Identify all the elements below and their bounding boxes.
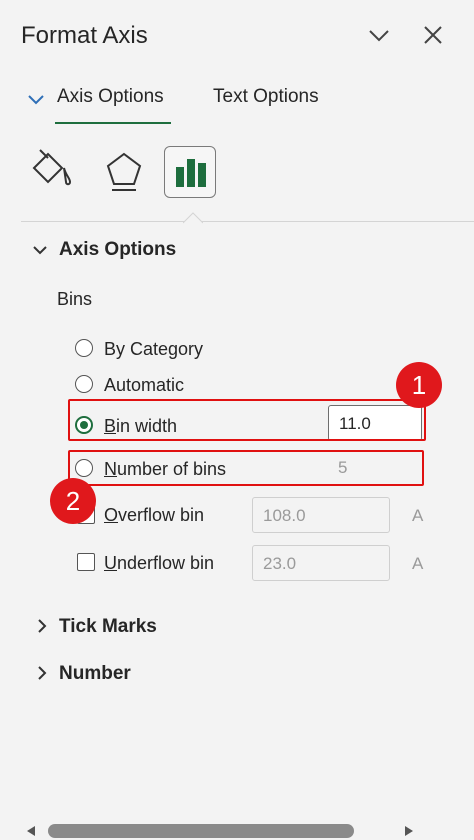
underflow-bin-input[interactable]: 23.0 — [252, 545, 390, 581]
bins-label: Bins — [57, 289, 93, 309]
section-number[interactable]: Number — [59, 663, 131, 685]
scrollbar-thumb[interactable] — [48, 824, 354, 838]
chevron-down-icon — [26, 92, 46, 113]
chevron-right-icon[interactable] — [34, 665, 50, 686]
underflow-bin-label[interactable]: Underflow bin — [104, 553, 214, 574]
selected-pointer — [182, 211, 204, 229]
by-category-label[interactable]: By Category — [104, 339, 203, 360]
divider — [21, 221, 474, 222]
bar-chart-icon[interactable] — [164, 146, 216, 198]
section-axis-options[interactable]: Axis Options — [59, 239, 176, 261]
fill-line-icon[interactable] — [26, 146, 78, 198]
overflow-bin-label[interactable]: Overflow bin — [104, 505, 204, 526]
tab-text-options[interactable]: Text Options — [213, 86, 319, 108]
automatic-radio[interactable] — [75, 375, 93, 393]
close-icon[interactable] — [420, 22, 446, 48]
scroll-right-icon[interactable] — [402, 824, 416, 840]
underflow-unit: A — [412, 554, 424, 573]
active-tab-indicator — [55, 122, 171, 124]
chevron-down-icon[interactable] — [366, 22, 392, 48]
underflow-bin-checkbox[interactable] — [77, 553, 95, 571]
pane-title: Format Axis — [21, 22, 148, 49]
chevron-right-icon[interactable] — [34, 618, 50, 639]
overflow-bin-input[interactable]: 108.0 — [252, 497, 390, 533]
automatic-label[interactable]: Automatic — [104, 375, 184, 396]
chevron-down-icon[interactable] — [32, 242, 48, 263]
highlight-box-bin-width — [68, 399, 426, 441]
annotation-badge-1: 1 — [396, 362, 442, 408]
overflow-unit: A — [412, 506, 424, 525]
tab-axis-options[interactable]: Axis Options — [57, 86, 164, 108]
scroll-left-icon[interactable] — [24, 824, 38, 840]
highlight-box-number-of-bins — [68, 450, 424, 486]
effects-pentagon-icon[interactable] — [98, 146, 150, 198]
by-category-radio[interactable] — [75, 339, 93, 357]
annotation-badge-2: 2 — [50, 478, 96, 524]
section-tick-marks[interactable]: Tick Marks — [59, 616, 157, 638]
